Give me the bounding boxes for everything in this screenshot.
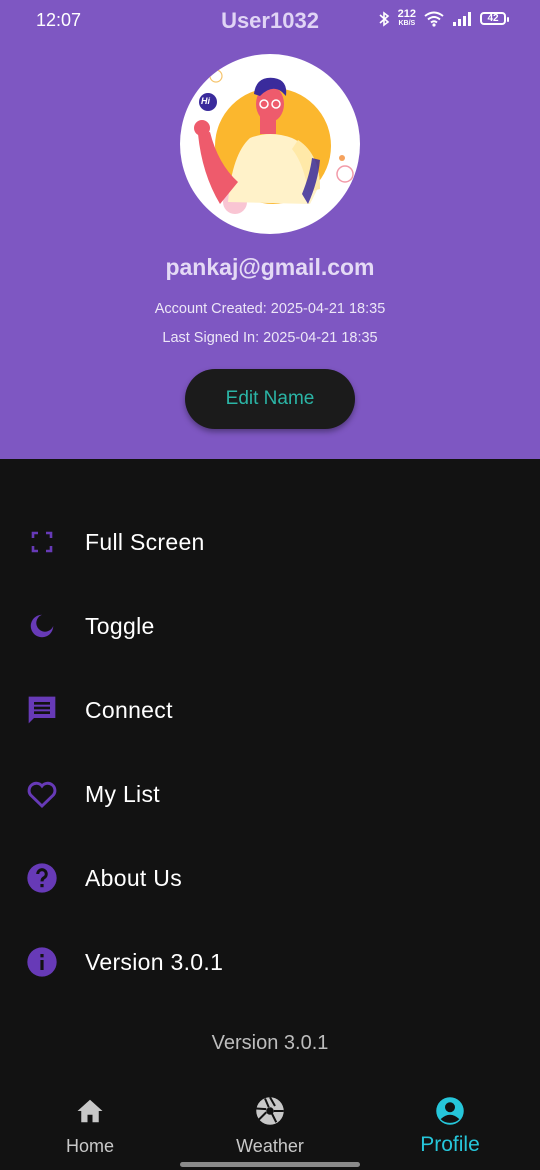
account-circle-icon	[435, 1096, 465, 1126]
net-speed-unit: KB/S	[398, 20, 416, 27]
user-email: pankaj@gmail.com	[165, 254, 375, 280]
help-icon	[24, 860, 60, 896]
menu-item-toggle[interactable]: Toggle	[0, 584, 540, 668]
profile-header: 12:07 User1032 212 KB/S 42 Hi pankaj@gma…	[0, 0, 540, 459]
account-created: Account Created: 2025-04-21 18:35	[154, 301, 386, 317]
menu-item-about-us[interactable]: About Us	[0, 836, 540, 920]
avatar[interactable]: Hi	[180, 54, 360, 234]
menu-item-label: Version 3.0.1	[85, 948, 224, 975]
nav-weather[interactable]: Weather	[180, 1086, 360, 1170]
net-speed-value: 212	[397, 8, 416, 20]
moon-icon	[24, 608, 60, 644]
menu-item-label: Connect	[85, 696, 173, 723]
signal-icon	[453, 11, 471, 26]
home-icon	[75, 1096, 105, 1126]
menu-item-my-list[interactable]: My List	[0, 752, 540, 836]
chat-icon	[24, 692, 60, 728]
nav-label: Weather	[236, 1136, 304, 1156]
greeting-text: Hi	[201, 96, 210, 106]
camera-aperture-icon	[255, 1096, 285, 1126]
net-speed: 212 KB/S	[398, 9, 416, 28]
menu-item-label: Toggle	[85, 612, 155, 639]
bluetooth-icon	[379, 10, 389, 27]
menu-item-label: About Us	[85, 864, 183, 891]
menu-item-connect[interactable]: Connect	[0, 668, 540, 752]
last-signed-in: Last Signed In: 2025-04-21 18:35	[162, 330, 378, 346]
battery-icon: 42	[480, 12, 509, 25]
status-bar: 12:07 User1032 212 KB/S 42	[0, 0, 540, 44]
info-icon	[24, 944, 60, 980]
nav-label: Home	[65, 1136, 114, 1156]
menu-item-version[interactable]: Version 3.0.1	[0, 920, 540, 1004]
wifi-icon	[424, 11, 444, 27]
avatar-illustration	[194, 69, 354, 214]
fullscreen-icon	[24, 524, 60, 560]
nav-home[interactable]: Home	[0, 1086, 180, 1170]
status-icons: 212 KB/S 42	[378, 9, 509, 28]
footer-version: Version 3.0.1	[211, 1032, 329, 1054]
menu-item-full-screen[interactable]: Full Screen	[0, 500, 540, 584]
edit-name-button[interactable]: Edit Name	[185, 369, 355, 429]
nav-label: Profile	[420, 1133, 480, 1156]
nav-profile[interactable]: Profile	[360, 1086, 540, 1170]
gesture-home-bar[interactable]	[180, 1162, 360, 1167]
menu-item-label: My List	[85, 780, 160, 807]
heart-icon	[24, 776, 60, 812]
bottom-navigation: Home Weather Profile	[0, 1086, 540, 1170]
battery-level: 42	[487, 13, 499, 24]
menu-item-label: Full Screen	[85, 528, 205, 555]
